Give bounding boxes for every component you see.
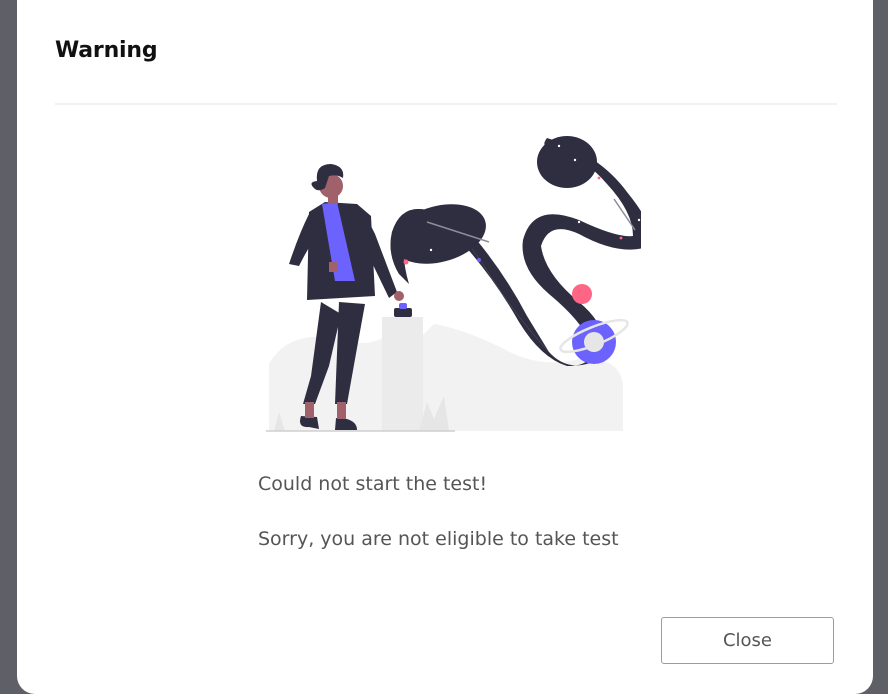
launch-rocket-illustration xyxy=(266,136,641,432)
warning-dialog: Warning Could not start the test! Sorry,… xyxy=(17,0,873,694)
title-divider xyxy=(55,103,837,105)
close-button[interactable]: Close xyxy=(661,617,834,664)
error-message: Could not start the test! xyxy=(258,473,488,495)
eligibility-message: Sorry, you are not eligible to take test xyxy=(258,528,619,550)
dialog-title: Warning xyxy=(55,38,158,63)
